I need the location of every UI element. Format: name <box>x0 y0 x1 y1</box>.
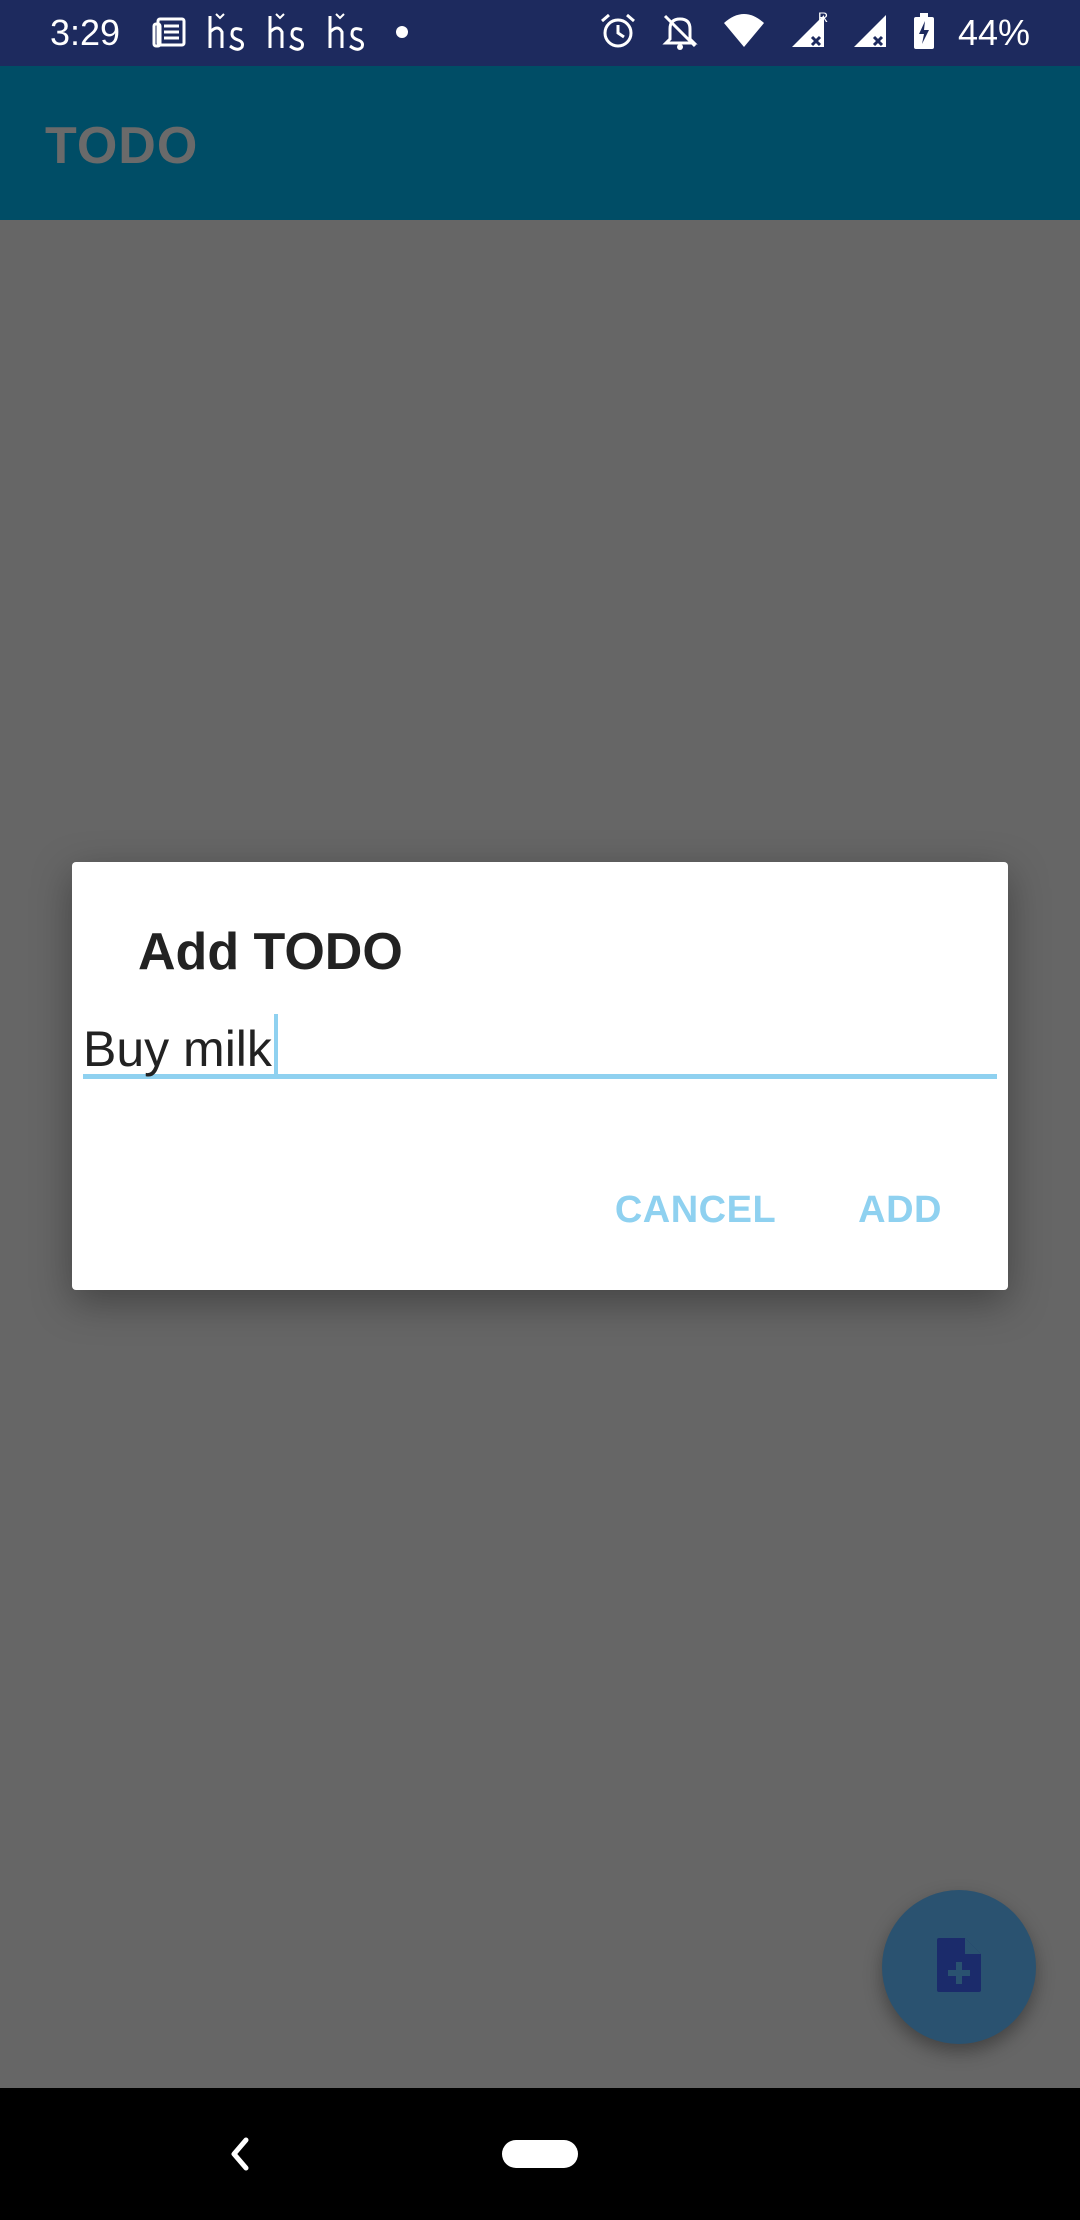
todo-input-field[interactable]: Buy milk <box>83 1010 997 1079</box>
hs-app-icon <box>264 12 308 57</box>
signal-icon <box>850 11 890 56</box>
newspaper-icon <box>152 14 188 55</box>
todo-input-value[interactable]: Buy milk <box>83 1014 278 1078</box>
cancel-button[interactable]: CANCEL <box>615 1187 776 1233</box>
dot-icon <box>384 14 420 55</box>
notification-icons <box>152 12 420 57</box>
battery-percentage: 44% <box>957 12 1030 53</box>
todo-input-text[interactable]: Buy milk <box>83 1021 272 1077</box>
app-bar: TODO <box>0 66 1080 220</box>
add-button[interactable]: ADD <box>858 1187 942 1233</box>
add-todo-dialog: Add TODO Buy milk CANCEL ADD <box>72 862 1008 1290</box>
add-todo-fab[interactable] <box>882 1890 1036 2044</box>
signal-roaming-icon: R <box>788 9 828 56</box>
system-status-icons: R 44% <box>598 9 1030 56</box>
hs-app-icon <box>204 12 248 57</box>
app-title: TODO <box>45 117 199 175</box>
text-cursor <box>273 1014 278 1078</box>
alarm-icon <box>598 11 638 56</box>
dialog-title: Add TODO <box>138 923 403 981</box>
back-icon[interactable] <box>222 2130 258 2178</box>
wifi-icon <box>722 11 766 56</box>
home-pill-icon[interactable] <box>502 2140 578 2168</box>
battery-charging-icon <box>912 11 936 56</box>
svg-text:R: R <box>818 11 828 25</box>
notifications-off-icon <box>660 11 700 56</box>
dialog-actions: CANCEL ADD <box>615 1180 942 1240</box>
navigation-bar <box>0 2088 1080 2220</box>
hs-app-icon <box>324 12 368 57</box>
status-time: 3:29 <box>50 12 121 53</box>
status-bar: 3:29 R 44% <box>0 0 1080 66</box>
add-note-icon <box>935 1936 983 1999</box>
